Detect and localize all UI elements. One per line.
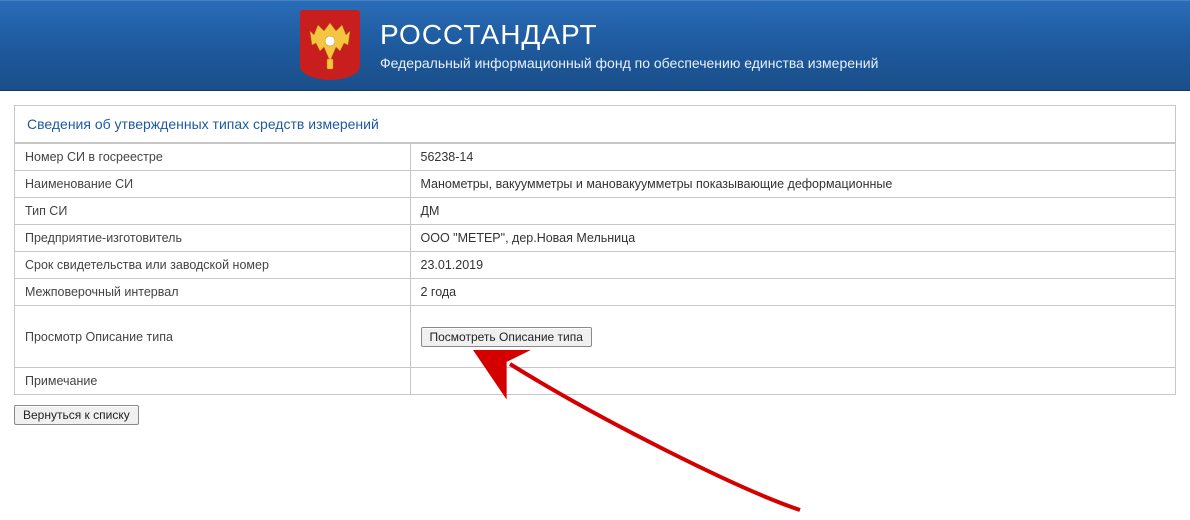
value-manufacturer: ООО "МЕТЕР", дер.Новая Мельница [410,225,1175,252]
emblem-icon [300,10,360,80]
label-manufacturer: Предприятие-изготовитель [15,225,410,252]
value-note [410,368,1175,395]
label-reg-number: Номер СИ в госреестре [15,144,410,171]
row-type: Тип СИ ДМ [15,198,1175,225]
row-view-description: Просмотр Описание типа Посмотреть Описан… [15,306,1175,368]
label-name: Наименование СИ [15,171,410,198]
details-table: Номер СИ в госреестре 56238-14 Наименова… [15,143,1175,394]
label-view-description: Просмотр Описание типа [15,306,410,368]
view-description-button[interactable]: Посмотреть Описание типа [421,327,592,347]
back-to-list-button[interactable]: Вернуться к списку [14,405,139,425]
value-type: ДМ [410,198,1175,225]
row-manufacturer: Предприятие-изготовитель ООО "МЕТЕР", де… [15,225,1175,252]
content-area: Сведения об утвержденных типах средств и… [0,91,1190,425]
cell-view-description: Посмотреть Описание типа [410,306,1175,368]
value-name: Манометры, вакуумметры и мановакуумметры… [410,171,1175,198]
label-cert: Срок свидетельства или заводской номер [15,252,410,279]
panel-title: Сведения об утвержденных типах средств и… [15,106,1175,143]
row-cert: Срок свидетельства или заводской номер 2… [15,252,1175,279]
row-reg-number: Номер СИ в госреестре 56238-14 [15,144,1175,171]
row-note: Примечание [15,368,1175,395]
label-type: Тип СИ [15,198,410,225]
value-interval: 2 года [410,279,1175,306]
value-cert: 23.01.2019 [410,252,1175,279]
header-subtitle: Федеральный информационный фонд по обесп… [380,55,878,71]
label-note: Примечание [15,368,410,395]
details-panel: Сведения об утвержденных типах средств и… [14,105,1176,395]
row-interval: Межповерочный интервал 2 года [15,279,1175,306]
page-header: РОССТАНДАРТ Федеральный информационный ф… [0,0,1190,91]
label-interval: Межповерочный интервал [15,279,410,306]
value-reg-number: 56238-14 [410,144,1175,171]
header-title: РОССТАНДАРТ [380,19,878,51]
row-name: Наименование СИ Манометры, вакуумметры и… [15,171,1175,198]
